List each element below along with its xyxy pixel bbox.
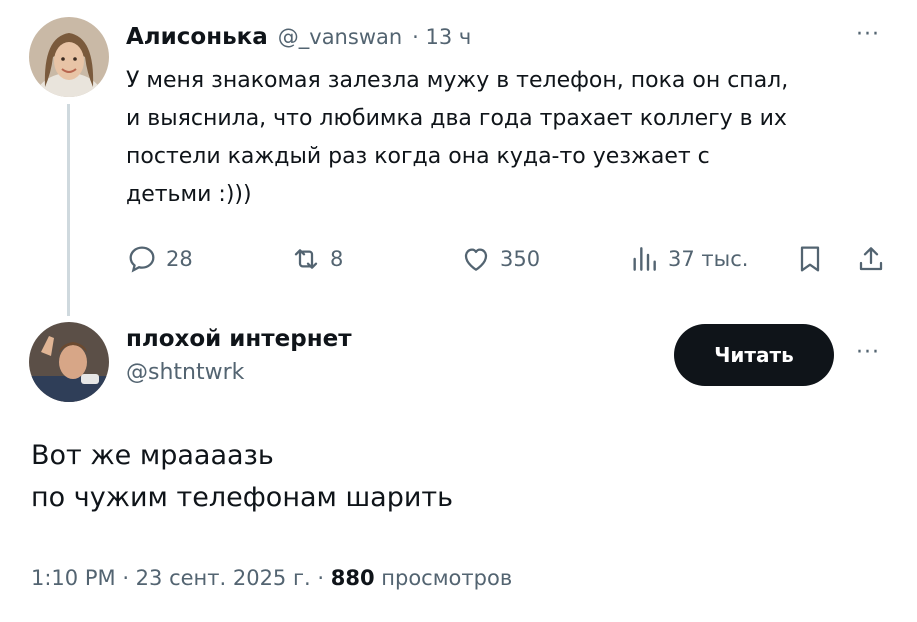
tweet-date[interactable]: 23 сент. 2025 г. — [136, 566, 311, 590]
views-count: 37 тыс. — [668, 247, 749, 271]
views-icon — [633, 247, 656, 271]
views-total: 880 — [330, 566, 375, 590]
like-icon — [464, 248, 488, 271]
quoted-more-icon[interactable]: ··· — [856, 22, 880, 47]
main-more-icon[interactable]: ··· — [856, 340, 880, 365]
views-label: просмотров — [381, 566, 513, 590]
thread-line — [67, 104, 70, 316]
main-tweet-text: Вот же мраааазь по чужим телефонам шарит… — [31, 435, 453, 519]
retweet-count: 8 — [330, 247, 344, 271]
like-count: 350 — [500, 247, 541, 271]
avatar-shtntwrk[interactable] — [29, 322, 109, 402]
quoted-text-line: постели каждый раз когда она куда-то уез… — [126, 144, 710, 169]
avatar-photo-icon — [29, 322, 109, 402]
main-text-line: Вот же мраааазь — [31, 440, 274, 471]
retweet-icon — [294, 249, 318, 269]
share-button[interactable] — [855, 243, 887, 279]
avatar-photo-icon — [29, 17, 109, 97]
tweet-time[interactable]: 1:10 PM — [31, 566, 116, 590]
quoted-text-line: и выяснила, что любимка два года трахает… — [126, 106, 787, 131]
tweet-meta: 1:10 PM · 23 сент. 2025 г. · 880 просмот… — [31, 566, 512, 590]
retweet-button[interactable]: 8 — [290, 243, 343, 275]
follow-button[interactable]: Читать — [674, 324, 834, 386]
avatar-alisonka[interactable] — [29, 17, 109, 97]
quoted-tweet-text: У меня знакомая залезла мужу в телефон, … — [126, 62, 906, 214]
quoted-tweet-time[interactable]: · 13 ч — [412, 25, 471, 49]
meta-separator: · — [122, 566, 136, 590]
like-button[interactable]: 350 — [460, 243, 540, 275]
meta-separator: · — [317, 566, 331, 590]
reply-icon — [129, 246, 155, 273]
main-author-name[interactable]: плохой интернет — [126, 326, 352, 352]
views-button[interactable]: 37 тыс. — [628, 243, 748, 275]
quoted-author-name[interactable]: Алисонька — [126, 24, 268, 50]
bookmark-icon — [800, 246, 820, 272]
reply-count: 28 — [166, 247, 193, 271]
quoted-text-line: У меня знакомая залезла мужу в телефон, … — [126, 68, 789, 93]
quoted-text-line: детьми :))) — [126, 182, 252, 207]
quoted-tweet-header: Алисонька @_vanswan · 13 ч — [126, 20, 471, 54]
reply-button[interactable]: 28 — [126, 243, 193, 275]
main-author-handle[interactable]: @shtntwrk — [126, 360, 352, 385]
main-text-line: по чужим телефонам шарить — [31, 482, 454, 513]
bookmark-button[interactable] — [794, 243, 826, 279]
quoted-author-handle[interactable]: @_vanswan — [278, 25, 402, 49]
main-author-block: плохой интернет @shtntwrk — [126, 326, 352, 385]
share-icon — [859, 247, 883, 271]
